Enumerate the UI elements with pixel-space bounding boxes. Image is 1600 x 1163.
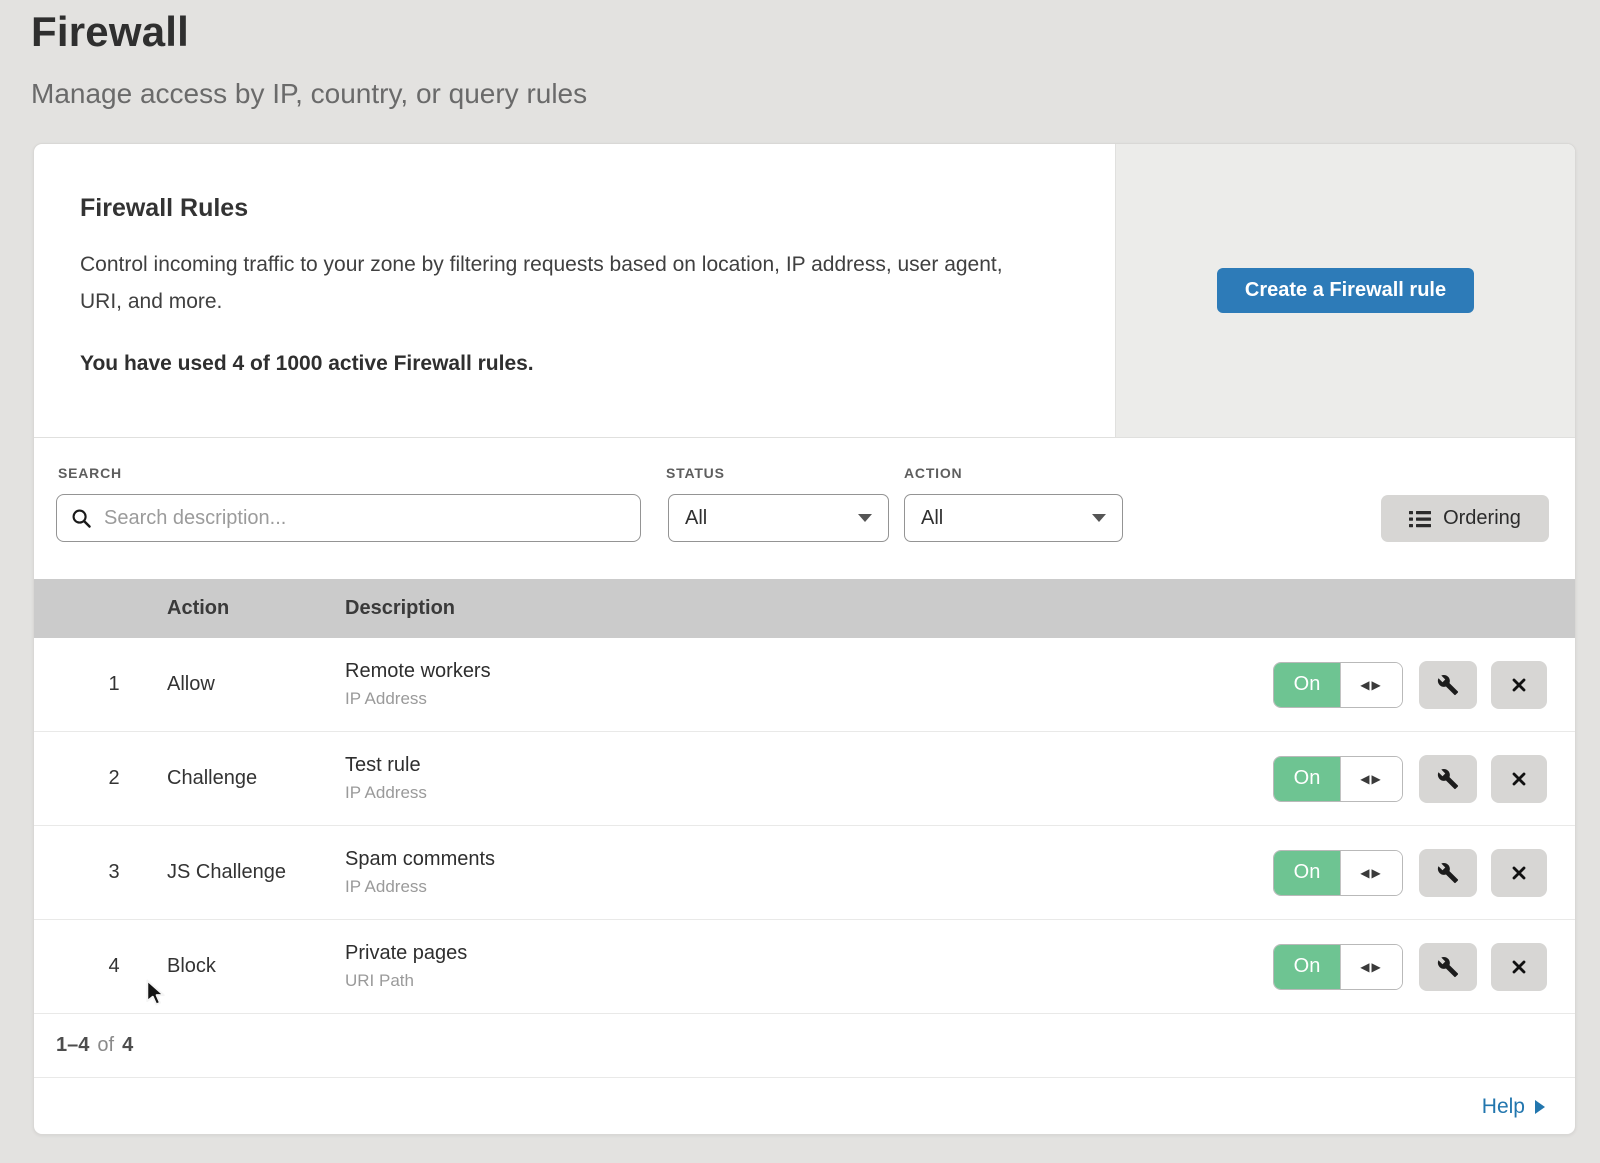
status-select[interactable]: All	[668, 494, 889, 542]
rule-enabled-toggle[interactable]: On ◀▶	[1273, 756, 1403, 802]
firewall-card: Firewall Rules Control incoming traffic …	[33, 143, 1576, 1135]
rule-enabled-toggle[interactable]: On ◀▶	[1273, 944, 1403, 990]
page-subtitle: Manage access by IP, country, or query r…	[31, 78, 587, 110]
delete-rule-button[interactable]	[1491, 849, 1547, 897]
edit-rule-button[interactable]	[1419, 943, 1477, 991]
action-label: ACTION	[904, 465, 962, 481]
help-arrow-icon	[1535, 1100, 1545, 1114]
rule-action: JS Challenge	[167, 861, 317, 884]
rule-match-type: URI Path	[345, 971, 1273, 991]
firewall-rules-intro: Firewall Rules Control incoming traffic …	[34, 144, 1115, 437]
rule-description-cell: Spam comments IP Address	[345, 848, 1273, 897]
usage-note: You have used 4 of 1000 active Firewall …	[80, 352, 1055, 376]
rule-match-type: IP Address	[345, 689, 1273, 709]
rule-priority: 1	[89, 673, 139, 696]
page-title: Firewall	[31, 8, 587, 56]
rule-match-type: IP Address	[345, 877, 1273, 897]
close-icon	[1509, 675, 1529, 695]
edit-rule-button[interactable]	[1419, 755, 1477, 803]
pagination-of-label: of	[97, 1034, 114, 1057]
rule-priority: 4	[89, 955, 139, 978]
wrench-icon	[1437, 862, 1459, 884]
toggle-drag-handle[interactable]: ◀▶	[1340, 757, 1402, 801]
action-select-value: All	[921, 507, 943, 530]
rule-priority: 3	[89, 861, 139, 884]
left-right-arrows-icon: ◀▶	[1360, 772, 1382, 786]
rule-description: Spam comments	[345, 848, 1273, 871]
status-label: STATUS	[666, 465, 725, 481]
rule-enabled-toggle[interactable]: On ◀▶	[1273, 850, 1403, 896]
section-description: Control incoming traffic to your zone by…	[80, 246, 1032, 320]
search-box[interactable]	[56, 494, 641, 542]
left-right-arrows-icon: ◀▶	[1360, 960, 1382, 974]
status-select-value: All	[685, 507, 707, 530]
toggle-on-label[interactable]: On	[1274, 945, 1340, 989]
edit-rule-button[interactable]	[1419, 661, 1477, 709]
rule-description: Test rule	[345, 754, 1273, 777]
delete-rule-button[interactable]	[1491, 661, 1547, 709]
rule-controls: On ◀▶	[1273, 849, 1547, 897]
toggle-on-label[interactable]: On	[1274, 851, 1340, 895]
close-icon	[1509, 769, 1529, 789]
table-row: 1 Allow Remote workers IP Address On ◀▶	[34, 638, 1575, 732]
rule-action: Block	[167, 955, 317, 978]
edit-rule-button[interactable]	[1419, 849, 1477, 897]
close-icon	[1509, 957, 1529, 977]
rule-controls: On ◀▶	[1273, 943, 1547, 991]
filter-bar: SEARCH STATUS ACTION All All	[34, 438, 1575, 579]
create-rule-panel: Create a Firewall rule	[1115, 144, 1575, 437]
table-row: 4 Block Private pages URI Path On ◀▶	[34, 920, 1575, 1014]
rule-action: Challenge	[167, 767, 317, 790]
chevron-down-icon	[1092, 514, 1106, 522]
column-header-action: Action	[167, 597, 345, 620]
wrench-icon	[1437, 768, 1459, 790]
pagination-range: 1–4	[56, 1034, 89, 1057]
toggle-on-label[interactable]: On	[1274, 757, 1340, 801]
rule-match-type: IP Address	[345, 783, 1273, 803]
table-header: Action Description	[34, 579, 1575, 638]
delete-rule-button[interactable]	[1491, 943, 1547, 991]
action-select[interactable]: All	[904, 494, 1123, 542]
rule-description-cell: Remote workers IP Address	[345, 660, 1273, 709]
ordering-list-icon	[1409, 510, 1431, 528]
search-label: SEARCH	[58, 465, 122, 481]
rule-action: Allow	[167, 673, 317, 696]
help-link-label: Help	[1482, 1095, 1525, 1119]
column-header-description: Description	[345, 597, 455, 620]
page-header: Firewall Manage access by IP, country, o…	[31, 8, 587, 110]
left-right-arrows-icon: ◀▶	[1360, 678, 1382, 692]
wrench-icon	[1437, 956, 1459, 978]
delete-rule-button[interactable]	[1491, 755, 1547, 803]
search-icon	[71, 508, 92, 529]
search-input[interactable]	[104, 507, 626, 530]
help-link[interactable]: Help	[1482, 1095, 1545, 1119]
table-row: 3 JS Challenge Spam comments IP Address …	[34, 826, 1575, 920]
rule-description-cell: Private pages URI Path	[345, 942, 1273, 991]
ordering-button[interactable]: Ordering	[1381, 495, 1549, 542]
left-right-arrows-icon: ◀▶	[1360, 866, 1382, 880]
rule-description-cell: Test rule IP Address	[345, 754, 1273, 803]
rule-priority: 2	[89, 767, 139, 790]
table-row: 2 Challenge Test rule IP Address On ◀▶	[34, 732, 1575, 826]
ordering-button-label: Ordering	[1443, 507, 1521, 530]
pagination-total: 4	[122, 1034, 133, 1057]
card-footer: Help	[34, 1078, 1575, 1135]
toggle-drag-handle[interactable]: ◀▶	[1340, 945, 1402, 989]
toggle-on-label[interactable]: On	[1274, 663, 1340, 707]
close-icon	[1509, 863, 1529, 883]
rule-controls: On ◀▶	[1273, 661, 1547, 709]
pagination: 1–4 of 4	[34, 1014, 1575, 1078]
rule-enabled-toggle[interactable]: On ◀▶	[1273, 662, 1403, 708]
chevron-down-icon	[858, 514, 872, 522]
rule-description: Remote workers	[345, 660, 1273, 683]
wrench-icon	[1437, 674, 1459, 696]
toggle-drag-handle[interactable]: ◀▶	[1340, 663, 1402, 707]
rule-controls: On ◀▶	[1273, 755, 1547, 803]
create-firewall-rule-button[interactable]: Create a Firewall rule	[1217, 268, 1474, 313]
rule-description: Private pages	[345, 942, 1273, 965]
toggle-drag-handle[interactable]: ◀▶	[1340, 851, 1402, 895]
firewall-rules-intro-section: Firewall Rules Control incoming traffic …	[34, 144, 1575, 438]
section-heading: Firewall Rules	[80, 194, 1055, 223]
